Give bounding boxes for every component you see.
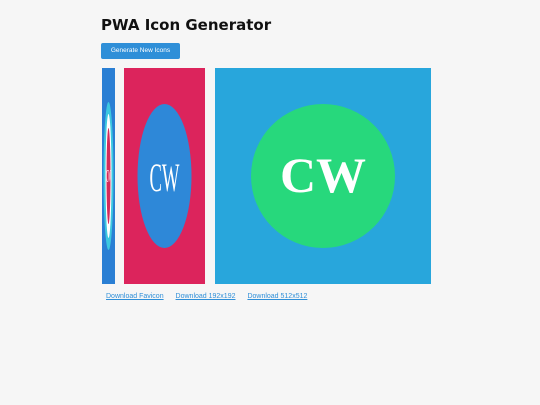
favicon-canvas: CW [102,68,115,284]
download-links: Download Favicon Download 192x192 Downlo… [106,293,317,300]
icon-512-preview: CW [215,68,431,284]
icon-192-preview: CW [124,68,205,284]
page-title: PWA Icon Generator [101,16,272,34]
generate-new-icons-button[interactable]: Generate New Icons [101,43,180,59]
icon-192-monogram: CW [150,155,180,200]
download-512-link[interactable]: Download 512x512 [247,293,307,300]
page: PWA Icon Generator Generate New Icons CW… [0,0,540,405]
download-192-link[interactable]: Download 192x192 [176,293,236,300]
favicon-preview: CW [102,68,115,284]
download-favicon-link[interactable]: Download Favicon [106,293,164,300]
icon-512-monogram: CW [280,147,366,203]
icon-512-canvas: CW [215,68,431,284]
favicon-monogram: CW [106,167,110,187]
icon-192-canvas: CW [124,68,205,284]
